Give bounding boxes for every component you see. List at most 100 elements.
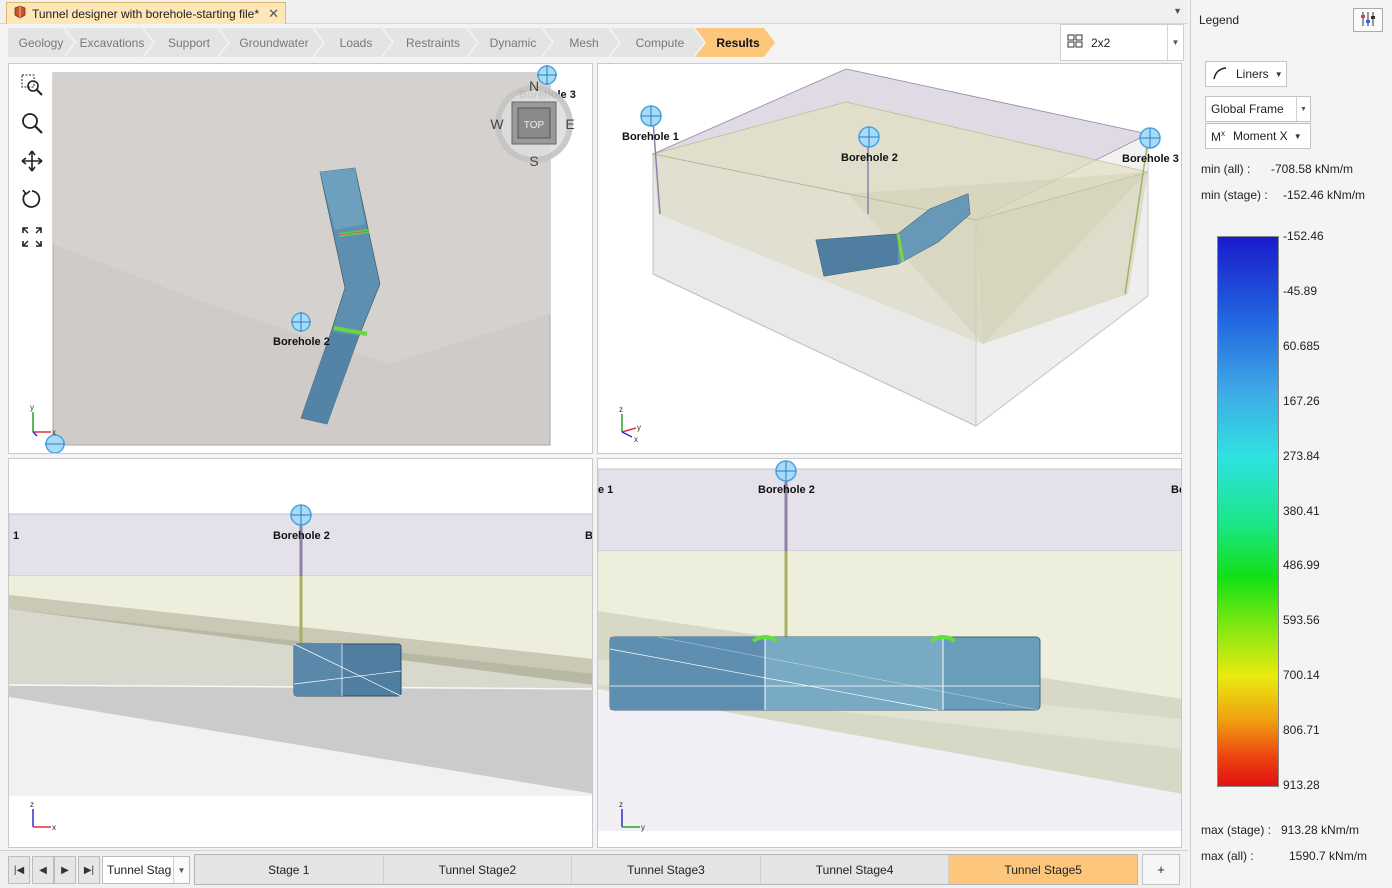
workflow-bar: Geology Excavations Support Groundwater … [8,28,766,57]
scale-tick-label: 486.99 [1283,558,1320,573]
next-stage-icon[interactable]: ▶ [54,856,76,884]
borehole-label-cut: Bo [1171,484,1182,496]
borehole-label: Borehole 1 [622,131,679,143]
svg-text:x: x [52,428,56,437]
workflow-step-support[interactable]: Support [144,28,228,57]
add-stage-button[interactable]: + [1142,854,1180,885]
pan-icon[interactable] [19,148,45,174]
color-scale-bar [1217,236,1279,787]
svg-text:y: y [30,403,34,412]
compass-south: S [529,153,538,169]
workflow-step-compute[interactable]: Compute [610,28,704,57]
rotate-icon[interactable] [19,186,45,212]
workflow-step-results[interactable]: Results [695,28,775,57]
legend-settings-button[interactable] [1353,8,1383,32]
chevron-down-icon[interactable]: ▼ [173,857,189,883]
liners-dropdown[interactable]: Liners ▼ [1205,61,1287,87]
viewport-top[interactable]: Borehole 2 Borehole 3 TOP N S W E [8,63,593,454]
compass-east: E [565,116,574,132]
close-icon[interactable]: ✕ [268,6,279,22]
workflow-step-restraints[interactable]: Restraints [383,28,477,57]
liner-curve-icon [1212,66,1228,83]
svg-text:x: x [634,435,638,444]
sliders-icon [1359,11,1377,30]
borehole-marker[interactable] [1139,127,1161,149]
model-file-icon [13,5,27,22]
previous-stage-icon[interactable]: ◀ [32,856,54,884]
max-stage-stat: max (stage) :913.28 kNm/m [1201,823,1360,837]
stage-tab[interactable]: Tunnel Stage2 [383,855,573,884]
viewport-front[interactable]: Borehole 2 1 B z x [8,458,593,848]
compass-center-label: TOP [524,120,545,131]
legend-title: Legend [1199,13,1240,27]
moment-icon: Mx [1211,128,1225,144]
scale-tick-label: -152.46 [1283,229,1324,243]
scale-tick-label: 593.56 [1283,613,1320,628]
workflow-step-excavations[interactable]: Excavations [65,28,153,57]
stage-tab[interactable]: Tunnel Stage3 [572,855,761,884]
view-toolbar [19,72,47,250]
stage-tab[interactable]: Tunnel Stage4 [760,855,950,884]
scale-tick-label: 700.14 [1283,668,1320,683]
workflow-step-mesh[interactable]: Mesh [543,28,619,57]
stage-tab[interactable]: Stage 1 [195,855,384,884]
svg-text:z: z [619,800,623,809]
grid-layout-icon [1067,34,1083,51]
borehole-marker[interactable] [290,504,312,526]
borehole-label: Borehole 2 [273,530,330,542]
legend-panel: Legend Liners ▼ Global Frame ▼ Mx Moment… [1190,0,1392,888]
scale-tick-label: 167.26 [1283,393,1320,408]
borehole-label: Borehole 3 [1122,153,1179,165]
layout-value: 2x2 [1091,35,1111,50]
max-all-stat: max (all) :1590.7 kNm/m [1201,849,1368,863]
scale-tick-label: 273.84 [1283,448,1320,463]
document-title: Tunnel designer with borehole-starting f… [32,6,260,21]
min-stage-stat: min (stage) : -152.46 kNm/m [1201,188,1366,202]
chevron-down-icon[interactable]: ▼ [1173,6,1182,16]
min-all-stat: min (all) : -708.58 kNm/m [1201,162,1354,176]
workflow-step-groundwater[interactable]: Groundwater [219,28,323,57]
borehole-label: Borehole 2 [841,152,898,164]
stage-tabs: Stage 1 Tunnel Stage2 Tunnel Stage3 Tunn… [194,854,1138,885]
zoom-window-icon[interactable] [19,72,45,98]
borehole-label-cut: B [585,530,593,542]
component-dropdown[interactable]: Mx Moment X ▼ [1205,123,1311,149]
scale-tick-label: 806.71 [1283,723,1320,738]
workflow-step-geology[interactable]: Geology [8,28,74,57]
borehole-marker[interactable] [45,434,65,453]
scale-tick-label: 380.41 [1283,503,1320,518]
workflow-step-dynamic[interactable]: Dynamic [468,28,552,57]
borehole-marker[interactable] [640,105,662,127]
document-tab[interactable]: Tunnel designer with borehole-starting f… [6,2,286,24]
borehole-label-cut: 1 [13,530,19,542]
app-window: Tunnel designer with borehole-starting f… [0,0,1392,888]
svg-text:x: x [52,823,56,832]
fit-view-icon[interactable] [19,224,45,250]
viewport-side[interactable]: Borehole 2 e 1 Bo z y [597,458,1182,848]
scale-tick-label: -45.89 [1283,283,1318,298]
borehole-marker[interactable] [858,126,880,148]
zoom-icon[interactable] [19,110,45,136]
svg-text:z: z [619,405,623,414]
borehole-label: Borehole 2 [273,336,330,348]
first-stage-icon[interactable]: |◀ [8,856,30,884]
last-stage-icon[interactable]: ▶| [78,856,100,884]
borehole-label: Borehole 2 [758,484,815,496]
frame-select[interactable]: Global Frame ▼ [1205,96,1311,122]
workflow-step-loads[interactable]: Loads [314,28,392,57]
svg-text:y: y [637,423,641,432]
document-tab-bar: Tunnel designer with borehole-starting f… [0,0,1188,24]
scale-tick-label: 913.28 [1283,778,1320,792]
stage-tab-active[interactable]: Tunnel Stage5 [949,855,1137,884]
svg-text:y: y [641,823,645,832]
svg-text:z: z [30,800,34,809]
viewport-layout-select[interactable]: 2x2 ▼ [1060,24,1184,61]
chevron-down-icon[interactable]: ▼ [1167,25,1183,60]
borehole-marker[interactable] [775,460,797,482]
compass-north: N [529,78,539,94]
stage-select[interactable]: Tunnel Stag ▼ [102,856,190,884]
viewport-perspective[interactable]: Borehole 1 Borehole 2 Borehole 3 z y x [597,63,1182,454]
scale-tick-label: 60.685 [1283,338,1320,353]
compass-west: W [490,116,504,132]
borehole-label-cut: e 1 [598,484,613,496]
